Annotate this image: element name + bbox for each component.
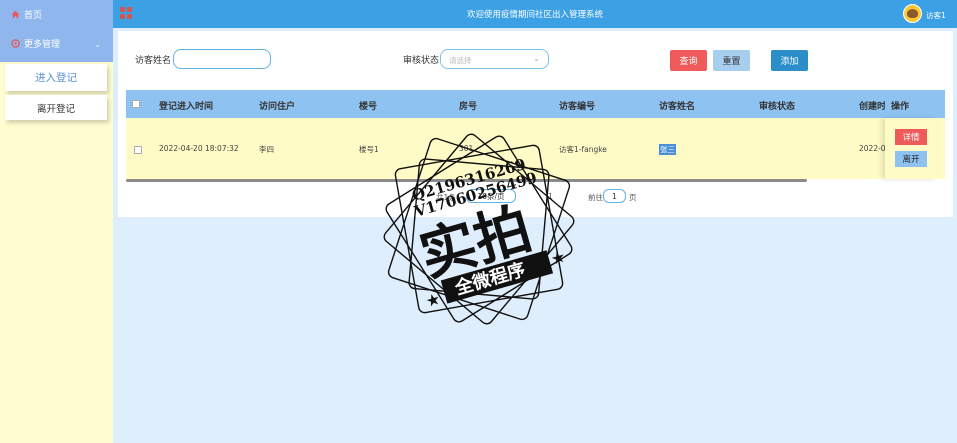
page-number-current[interactable]: 1 [548, 192, 553, 201]
chevron-down-icon: ⌄ [94, 40, 101, 49]
page-title: 欢迎使用疫情期间社区出入管理系统 [466, 10, 603, 20]
table-header: 登记进入时间 访问住户 楼号 房号 访客编号 访客姓名 审核状态 创建时 [126, 90, 945, 118]
reset-button[interactable]: 重置 [713, 50, 750, 71]
avatar[interactable] [903, 4, 922, 23]
column-header-visitor-name[interactable]: 访客姓名 [659, 99, 695, 112]
pagination-total: 共1条 [436, 193, 456, 202]
cell-visitor-name: 张三 [659, 144, 676, 155]
sidebar-item-more[interactable]: 更多管理 ⌄ [0, 29, 113, 58]
leave-button[interactable]: 离开 [895, 151, 927, 167]
top-header: 欢迎使用疫情期间社区出入管理系统 访客1 [113, 0, 957, 28]
goto-page-input[interactable]: 1 [603, 189, 626, 203]
sidebar-item-home-label: 首页 [24, 11, 43, 21]
cell-room: 301 [459, 144, 474, 153]
status-select[interactable]: 请选择 ⌄ [440, 49, 549, 69]
column-header-visitor-no[interactable]: 访客编号 [559, 99, 595, 112]
add-button[interactable]: 添加 [771, 50, 808, 71]
page-size-value: 10条/页 [477, 191, 505, 201]
cell-entry-time: 2022-04-20 18:07:32 [159, 144, 239, 153]
menu-icon [11, 39, 20, 48]
query-button[interactable]: 查询 [670, 50, 707, 71]
operations-cell: 详情 离开 [885, 118, 937, 179]
detail-button[interactable]: 详情 [895, 129, 927, 145]
sidebar-item-more-label: 更多管理 [24, 40, 61, 50]
content-panel: 访客姓名 审核状态 请选择 ⌄ 查询 重置 添加 登记进入时间 访问住户 楼号 … [118, 31, 953, 217]
column-header-resident[interactable]: 访问住户 [259, 99, 295, 112]
sidebar-menu: 首页 更多管理 ⌄ [0, 0, 113, 62]
sidebar-item-leave-register[interactable]: 离开登记 [5, 95, 107, 120]
column-header-operations: 操作 [885, 90, 937, 118]
table-row[interactable]: 2022-04-20 18:07:32 李四 楼号1 301 访客1-fangk… [126, 118, 945, 179]
goto-label: 前往 [588, 193, 603, 202]
column-header-created[interactable]: 创建时 [859, 99, 886, 112]
horizontal-scrollbar[interactable] [126, 179, 807, 182]
sidebar-item-entry-register[interactable]: 进入登记 [5, 64, 107, 91]
home-icon [11, 10, 20, 19]
sidebar-submenu: 进入登记 离开登记 [0, 62, 113, 120]
column-header-status[interactable]: 审核状态 [759, 99, 795, 112]
select-all-checkbox[interactable] [132, 100, 140, 108]
cell-visitor-no: 访客1-fangke [559, 145, 607, 154]
cell-resident: 李四 [259, 145, 274, 154]
visitor-name-input[interactable] [173, 49, 271, 69]
page-size-select[interactable]: 10条/页 [466, 189, 516, 203]
column-header-building[interactable]: 楼号 [359, 99, 377, 112]
star-icon: ★ [549, 247, 568, 269]
chevron-down-icon: ⌄ [533, 54, 540, 63]
column-header-entry-time[interactable]: 登记进入时间 [159, 99, 213, 112]
page-suffix: 页 [629, 193, 637, 202]
watermark-banner: 全微程序 [452, 258, 528, 299]
cell-building: 楼号1 [359, 145, 379, 154]
status-label: 审核状态 [403, 56, 440, 66]
column-header-operations-label: 操作 [891, 102, 910, 112]
sidebar-item-home[interactable]: 首页 [0, 0, 113, 29]
status-placeholder: 请选择 [449, 56, 472, 65]
user-name[interactable]: 访客1 [926, 10, 946, 21]
sidebar: 首页 更多管理 ⌄ 进入登记 离开登记 [0, 0, 113, 443]
column-header-room[interactable]: 房号 [459, 99, 477, 112]
row-checkbox[interactable] [134, 146, 142, 154]
goto-page-value: 1 [612, 191, 617, 201]
star-icon: ★ [423, 289, 442, 311]
visitor-name-label: 访客姓名 [135, 56, 172, 66]
